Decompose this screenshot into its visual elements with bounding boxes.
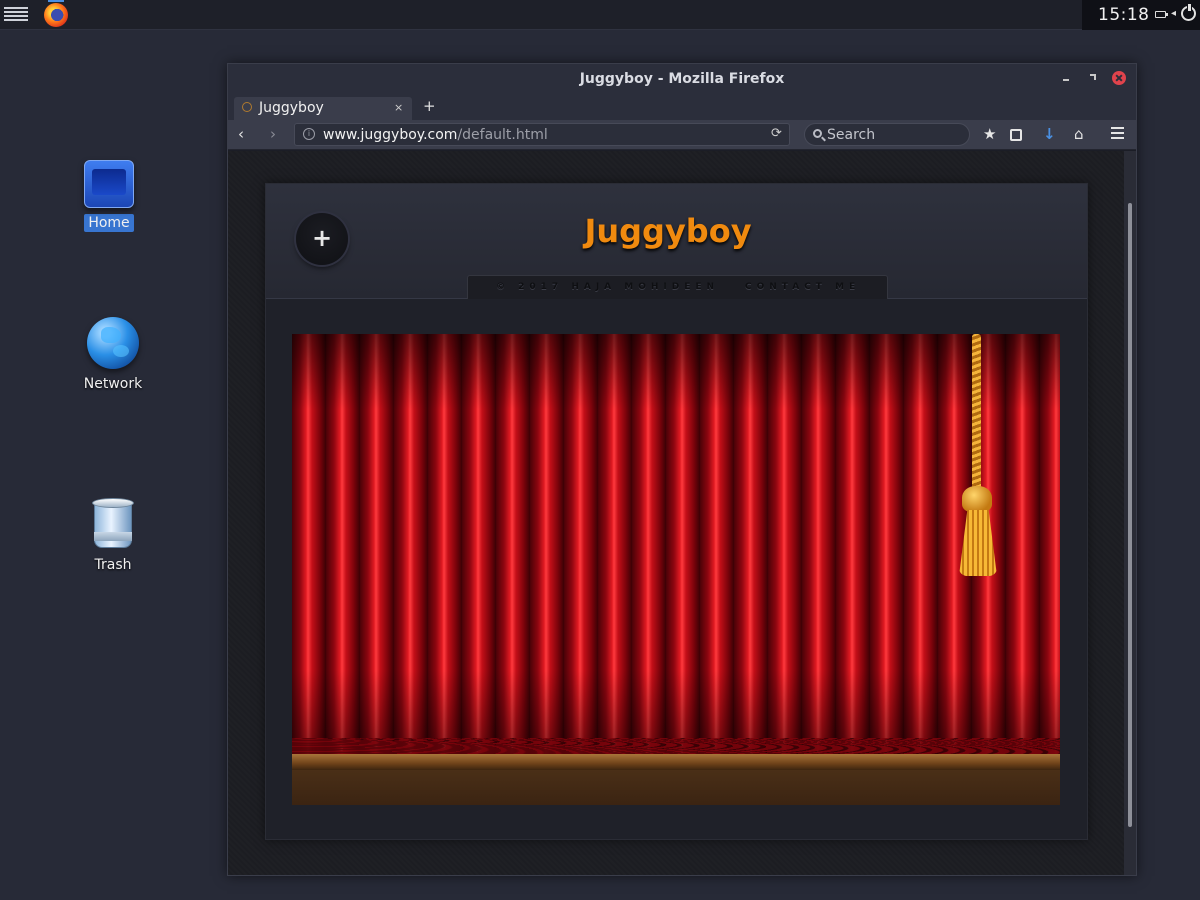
tab-title: Juggyboy	[259, 100, 324, 116]
active-app-indicator	[48, 0, 64, 2]
tassel-knot[interactable]	[962, 486, 992, 512]
minimize-button[interactable]	[1060, 71, 1074, 85]
search-placeholder: Search	[827, 127, 876, 143]
favicon-icon	[242, 102, 252, 112]
url-domain: www.juggyboy.com	[323, 127, 458, 143]
desktop-icon-label: Network	[83, 376, 143, 392]
stage-floor	[292, 770, 1060, 805]
home-folder-icon	[84, 160, 134, 208]
maximize-button[interactable]	[1086, 71, 1100, 85]
reload-button[interactable]: ⟳	[771, 126, 782, 141]
globe-icon	[87, 317, 139, 369]
desktop-icon-label: Home	[84, 214, 134, 232]
trash-icon	[91, 498, 135, 550]
search-input[interactable]: Search	[804, 123, 970, 146]
url-text: www.juggyboy.com/default.html	[323, 127, 548, 143]
curtain-rope[interactable]	[972, 334, 981, 492]
url-bar[interactable]: i www.juggyboy.com/default.html ⟳	[294, 123, 790, 146]
back-button[interactable]: ‹	[238, 125, 244, 143]
battery-icon[interactable]	[1155, 11, 1168, 18]
library-icon[interactable]	[1010, 129, 1022, 141]
desktop-icon-network[interactable]: Network	[63, 317, 163, 393]
bookmark-star-icon[interactable]: ★	[983, 125, 996, 143]
contact-me-link[interactable]: CONTACT ME	[745, 282, 860, 292]
home-icon[interactable]: ⌂	[1074, 125, 1084, 143]
tab-close-button[interactable]: ×	[394, 101, 403, 114]
hamburger-menu-icon[interactable]	[1111, 127, 1124, 142]
desktop-icon-trash[interactable]: Trash	[63, 498, 163, 574]
red-curtain	[292, 334, 1060, 754]
info-icon[interactable]: i	[303, 128, 315, 140]
tab-strip: Juggyboy × +	[228, 94, 1136, 121]
system-tray: 15:18 ◂	[1082, 0, 1200, 30]
clock[interactable]: 15:18	[1098, 5, 1150, 25]
tab-juggyboy[interactable]: Juggyboy ×	[234, 97, 412, 121]
navigation-toolbar: ‹ › i www.juggyboy.com/default.html ⟳ Se…	[228, 120, 1136, 150]
site-container: + Juggyboy © 2017 HAJA MOHIDEEN CONTACT …	[265, 183, 1088, 840]
site-nav: © 2017 HAJA MOHIDEEN CONTACT ME	[467, 275, 888, 299]
close-window-button[interactable]	[1112, 71, 1126, 85]
window-titlebar[interactable]: Juggyboy - Mozilla Firefox	[228, 64, 1136, 94]
power-icon[interactable]	[1181, 4, 1196, 21]
app-menu-icon[interactable]	[4, 5, 30, 25]
desktop-icon-home[interactable]: Home	[59, 160, 159, 232]
download-icon[interactable]: ↓	[1043, 125, 1056, 143]
scrollbar-thumb[interactable]	[1128, 203, 1132, 827]
page-viewport[interactable]: + Juggyboy © 2017 HAJA MOHIDEEN CONTACT …	[228, 151, 1136, 875]
window-title: Juggyboy - Mozilla Firefox	[579, 71, 785, 87]
site-title: Juggyboy	[584, 212, 752, 250]
site-header: + Juggyboy © 2017 HAJA MOHIDEEN CONTACT …	[266, 184, 1087, 299]
desktop-icon-label: Trash	[94, 557, 132, 573]
search-icon	[813, 129, 822, 138]
forward-button[interactable]: ›	[270, 125, 276, 143]
stage-floor-edge	[292, 754, 1060, 770]
url-path: /default.html	[457, 127, 548, 143]
copyright-text: © 2017 HAJA MOHIDEEN	[496, 282, 720, 292]
top-panel: 15:18 ◂	[0, 0, 1200, 30]
stage-curtain-image	[292, 334, 1060, 805]
firefox-icon[interactable]	[44, 3, 68, 27]
scrollbar[interactable]	[1124, 151, 1136, 875]
firefox-window: Juggyboy - Mozilla Firefox Juggyboy × + …	[227, 63, 1137, 876]
volume-icon[interactable]: ◂	[1171, 8, 1176, 19]
new-tab-button[interactable]: +	[423, 97, 436, 115]
